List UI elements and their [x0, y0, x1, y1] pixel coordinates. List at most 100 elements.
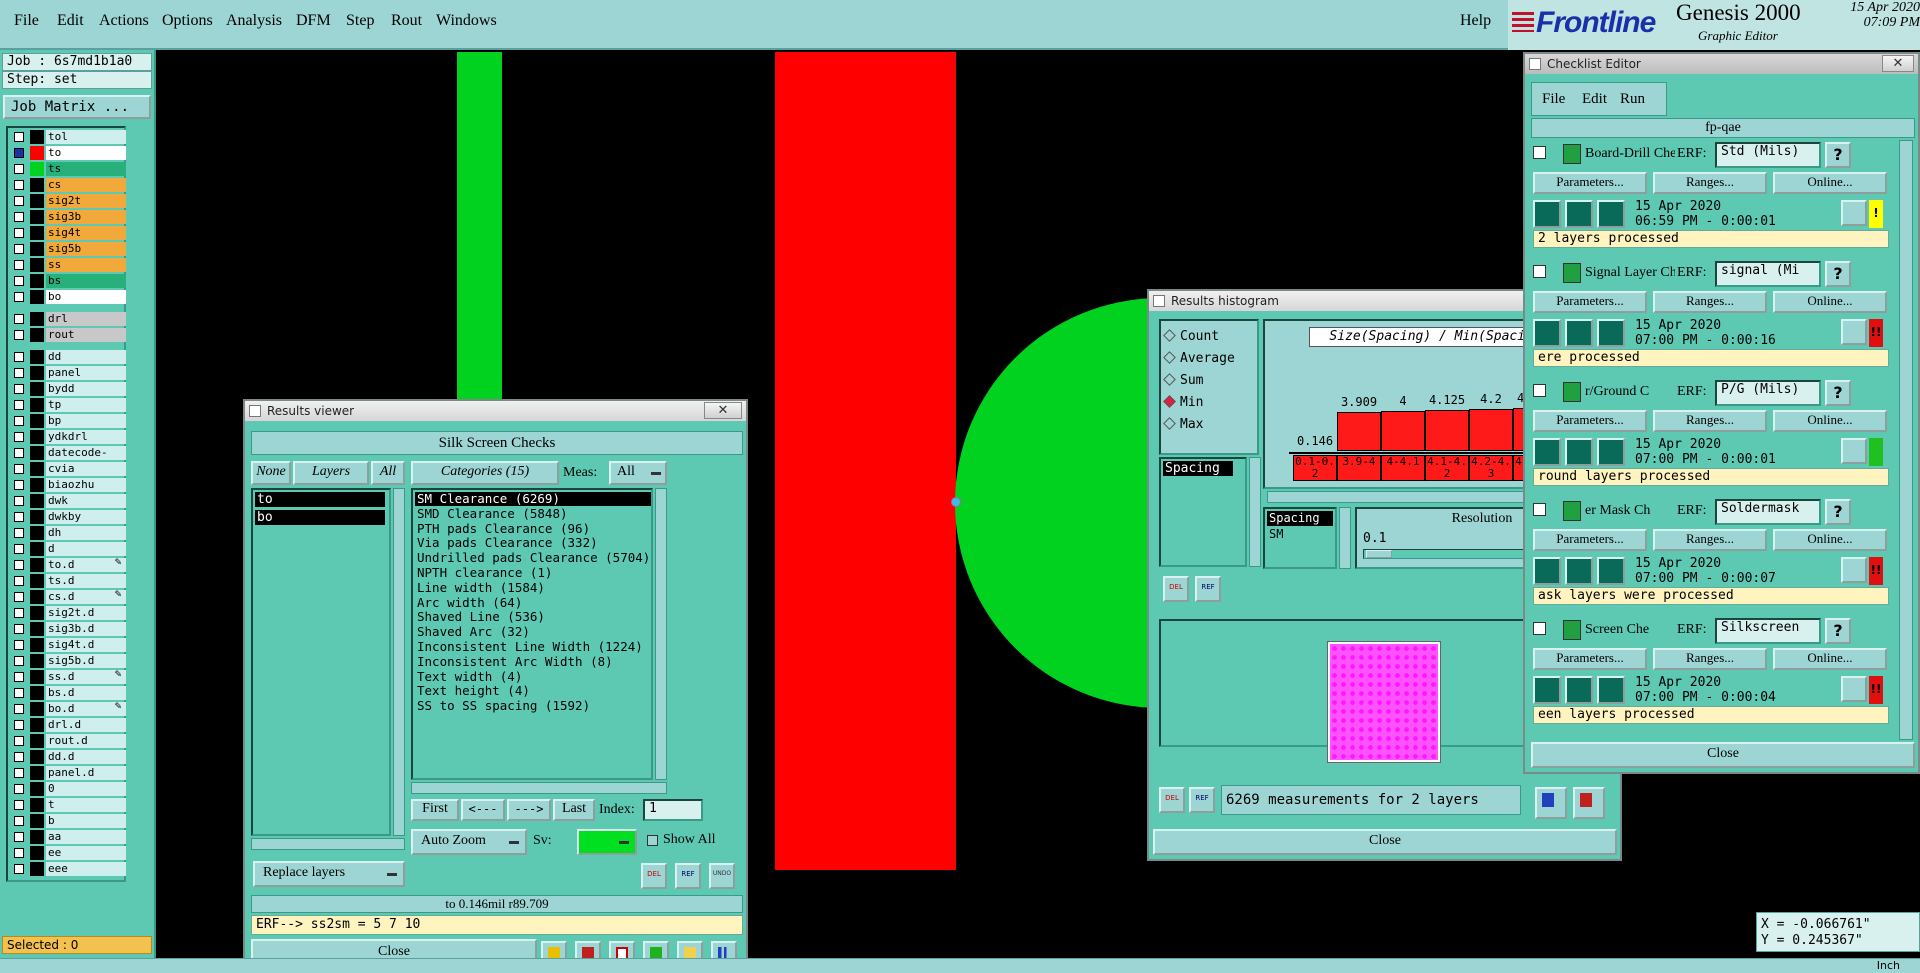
menu-help[interactable]: Help	[1460, 12, 1491, 30]
layer-checkbox[interactable]	[14, 352, 24, 362]
layer-name[interactable]: sig3b	[46, 210, 126, 224]
mode-radio-min[interactable]: Min	[1163, 395, 1203, 410]
layer-row-bydd[interactable]: bydd	[10, 382, 126, 396]
layer-row-drl-d[interactable]: drl.d	[10, 718, 126, 732]
layer-row-sig4t-d[interactable]: sig4t.d	[10, 638, 126, 652]
help-button[interactable]: ?	[1825, 380, 1851, 406]
layer-row-b[interactable]: b	[10, 814, 126, 828]
category-item[interactable]: NPTH clearance (1)	[415, 566, 651, 580]
layer-name[interactable]: tp	[46, 398, 126, 412]
layer-checkbox[interactable]	[14, 400, 24, 410]
layer-row-ee[interactable]: ee	[10, 846, 126, 860]
layer-name[interactable]: rout	[46, 328, 126, 342]
layer-name[interactable]: cs	[46, 178, 126, 192]
replace-layers-dropdown[interactable]: Replace layers	[253, 861, 405, 887]
board-thumbnail[interactable]	[1327, 641, 1441, 763]
menu-windows[interactable]: Windows	[436, 12, 497, 30]
zoom-icon[interactable]	[1841, 438, 1867, 464]
checklist-menu-edit[interactable]: Edit	[1582, 91, 1607, 108]
layer-checkbox[interactable]	[14, 260, 24, 270]
layer-color-swatch[interactable]	[30, 654, 44, 668]
layer-name[interactable]: cvia	[46, 462, 126, 476]
erf-field[interactable]: Soldermask	[1715, 499, 1821, 525]
layer-color-swatch[interactable]	[30, 510, 44, 524]
layer-row-eee[interactable]: eee	[10, 862, 126, 876]
parameters-button[interactable]: Parameters...	[1533, 410, 1647, 432]
layer-row-ts-d[interactable]: ts.d	[10, 574, 126, 588]
units-label[interactable]: Inch	[1877, 959, 1900, 973]
layer-color-swatch[interactable]	[30, 290, 44, 304]
layer-name[interactable]: ts	[46, 162, 126, 176]
job-matrix-button[interactable]: Job Matrix ...	[3, 95, 151, 119]
ranges-button[interactable]: Ranges...	[1653, 648, 1767, 670]
hist-del-bottom-button[interactable]: DEL	[1159, 787, 1185, 813]
layer-color-swatch[interactable]	[30, 766, 44, 780]
hist-export-icon[interactable]	[1535, 787, 1567, 819]
zoom-icon[interactable]	[1841, 319, 1867, 345]
layer-name[interactable]: rout.d	[46, 734, 126, 748]
online-button[interactable]: Online...	[1773, 172, 1887, 194]
layer-checkbox[interactable]	[14, 656, 24, 666]
layer-name[interactable]: dd.d	[46, 750, 126, 764]
layer-color-swatch[interactable]	[30, 312, 44, 326]
next-button[interactable]: --->	[507, 799, 551, 821]
layer-row-aa[interactable]: aa	[10, 830, 126, 844]
category-item[interactable]: Line width (1584)	[415, 580, 651, 595]
menu-analysis[interactable]: Analysis	[226, 12, 282, 30]
layer-color-swatch[interactable]	[30, 162, 44, 176]
check-enable-checkbox[interactable]	[1533, 265, 1546, 278]
layer-color-swatch[interactable]	[30, 178, 44, 192]
layer-checkbox[interactable]	[14, 688, 24, 698]
layer-checkbox[interactable]	[14, 640, 24, 650]
category-item[interactable]: Shaved Line (536)	[415, 610, 651, 624]
layer-color-swatch[interactable]	[30, 430, 44, 444]
layer-name[interactable]: bo	[46, 290, 126, 304]
layer-name[interactable]: biaozhu	[46, 478, 126, 492]
histogram-bar[interactable]	[1381, 411, 1425, 451]
mode-radio-sum[interactable]: Sum	[1163, 373, 1203, 388]
layer-row-ydkdrl[interactable]: ydkdrl	[10, 430, 126, 444]
layers-all-button[interactable]: All	[371, 461, 405, 485]
layer-checkbox[interactable]	[14, 148, 24, 158]
erf-field[interactable]: P/G (Mils)	[1715, 380, 1821, 406]
layer-color-swatch[interactable]	[30, 782, 44, 796]
close-icon[interactable]: ✕	[1882, 55, 1914, 72]
histogram-list-scrollbar[interactable]	[1249, 457, 1261, 567]
undo-button[interactable]: UNDO	[709, 863, 735, 889]
layer-name[interactable]: panel	[46, 366, 126, 380]
category-item[interactable]: SM Clearance (6269)	[415, 492, 651, 506]
hist-settings-icon[interactable]	[1573, 787, 1605, 819]
layer-name[interactable]: b	[46, 814, 126, 828]
layers-listbox[interactable]: to bo	[251, 488, 391, 836]
layer-checkbox[interactable]	[14, 314, 24, 324]
layer-checkbox[interactable]	[14, 244, 24, 254]
layer-name[interactable]: sig4t	[46, 226, 126, 240]
run-stop-icon[interactable]	[1565, 676, 1593, 704]
layer-row-bp[interactable]: bp	[10, 414, 126, 428]
layer-row-sig5b[interactable]: sig5b	[10, 242, 126, 256]
hist-del-button[interactable]: DEL	[1163, 576, 1189, 602]
layer-checkbox[interactable]	[14, 784, 24, 794]
ranges-button[interactable]: Ranges...	[1653, 410, 1767, 432]
ranges-button[interactable]: Ranges...	[1653, 529, 1767, 551]
layer-color-swatch[interactable]	[30, 478, 44, 492]
layer-row-drl[interactable]: drl	[10, 312, 126, 326]
erf-field[interactable]: signal (Mi	[1715, 261, 1821, 287]
layer-name[interactable]: datecode-pbo	[46, 446, 126, 473]
check-enable-checkbox[interactable]	[1533, 503, 1546, 516]
layer-name[interactable]: tol	[46, 130, 126, 144]
category-item[interactable]: Arc width (64)	[415, 595, 651, 610]
slider-thumb[interactable]	[1366, 550, 1392, 558]
layer-name[interactable]: sig2t	[46, 194, 126, 208]
layer-name[interactable]: bs	[46, 274, 126, 288]
layer-row-biaozhu[interactable]: biaozhu	[10, 478, 126, 492]
layer-color-swatch[interactable]	[30, 558, 44, 572]
menu-step[interactable]: Step	[346, 12, 374, 30]
category-item[interactable]: Inconsistent Arc Width (8)	[415, 654, 651, 669]
help-button[interactable]: ?	[1825, 142, 1851, 168]
layer-color-swatch[interactable]	[30, 194, 44, 208]
menu-file[interactable]: File	[14, 12, 39, 30]
layer-name[interactable]: to	[46, 146, 126, 160]
layer-name[interactable]: 0	[46, 782, 126, 796]
histogram-bar[interactable]	[1337, 412, 1381, 451]
